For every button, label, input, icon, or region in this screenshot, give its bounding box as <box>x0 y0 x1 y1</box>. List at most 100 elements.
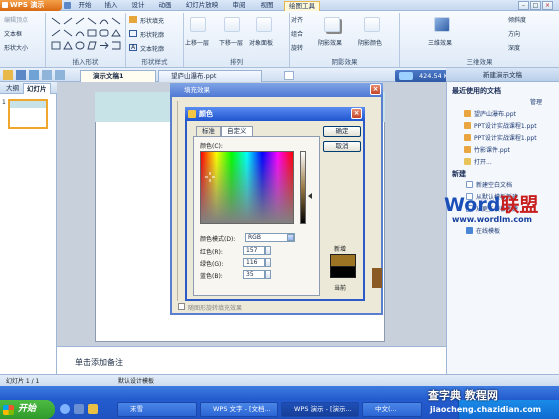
chevron-down-icon[interactable] <box>287 234 294 241</box>
red-input[interactable]: 157 <box>243 246 265 255</box>
shadow-effect-button[interactable]: 阴影效果 <box>318 38 342 47</box>
cancel-button[interactable]: 取消 <box>323 141 361 152</box>
tab-review[interactable]: 审阅 <box>228 0 250 11</box>
new-tab-icon[interactable] <box>284 71 294 80</box>
manage-link[interactable]: 管理 <box>530 97 542 106</box>
bring-forward-button[interactable]: 上移一层 <box>185 38 209 47</box>
tilt-button[interactable]: 倾斜度 <box>508 15 526 24</box>
red-spinner[interactable] <box>265 246 271 255</box>
recent-item-label: 竹影课件.ppt <box>474 147 510 154</box>
folder-icon[interactable] <box>88 404 98 414</box>
save-icon[interactable] <box>64 2 71 9</box>
template-name: 默认设计模板 <box>118 378 155 385</box>
recent-item[interactable]: PPT设计实战课程1.ppt <box>464 133 537 142</box>
direction-button[interactable]: 方向 <box>508 29 520 38</box>
shape-fill-button[interactable]: 形状填充 <box>140 16 164 25</box>
text-outline-icon: A <box>129 44 137 51</box>
ppt-file-icon <box>464 134 471 141</box>
redo-icon[interactable] <box>55 70 65 80</box>
taskbar-item-wps-presentation[interactable]: WPS 演示 - [演示... <box>281 402 359 417</box>
print-icon[interactable] <box>29 70 39 80</box>
rotate-fill-checkbox[interactable] <box>178 303 185 310</box>
watermark-cn: 联盟 <box>500 194 539 216</box>
blue-spinner[interactable] <box>265 270 271 279</box>
text-outline-button[interactable]: 文本轮廓 <box>140 44 164 53</box>
color-spectrum[interactable] <box>200 151 294 224</box>
notes-placeholder: 单击添加备注 <box>75 358 123 367</box>
open-icon[interactable] <box>3 70 13 80</box>
watermark-url: www.wordlm.com <box>452 215 532 224</box>
green-spinner[interactable] <box>265 258 271 267</box>
tab-animation[interactable]: 动画 <box>154 0 176 11</box>
3d-effect-icon <box>434 17 450 32</box>
tab-slides[interactable]: 幻灯片 <box>23 83 51 94</box>
notes-pane[interactable]: 单击添加备注 <box>57 346 446 374</box>
tab-standard[interactable]: 标准 <box>196 126 221 136</box>
send-backward-button[interactable]: 下移一层 <box>219 38 243 47</box>
shadow-color-button[interactable]: 阴影颜色 <box>358 38 382 47</box>
tab-home[interactable]: 开始 <box>74 0 96 11</box>
network-icon <box>399 72 413 80</box>
globe-icon <box>466 227 473 234</box>
new-blank-link[interactable]: 新建空白文档 <box>466 180 512 189</box>
bring-forward-icon <box>190 17 206 32</box>
recent-item-label: 望庐山瀑布.ppt <box>474 111 516 118</box>
tab-outline[interactable]: 大纲 <box>3 83 22 94</box>
shape-outline-icon <box>129 30 137 37</box>
tab-view[interactable]: 视图 <box>256 0 278 11</box>
app-menu-button[interactable]: WPS 演示 <box>0 0 62 11</box>
tab-drawing-tools[interactable]: 绘图工具 <box>284 1 320 11</box>
site-watermark: 查字典 教程网 <box>428 389 498 402</box>
doc-tab-presentation1[interactable]: 演示文稿1 <box>80 70 156 82</box>
open-link[interactable]: 打开... <box>464 157 492 166</box>
green-input[interactable]: 116 <box>243 258 265 267</box>
restore-icon[interactable]: □ <box>530 1 541 10</box>
slide-thumbnail[interactable] <box>8 99 48 129</box>
ppt-file-icon <box>464 146 471 153</box>
luminance-slider[interactable] <box>300 151 306 224</box>
group-shadow-label: 阴影效果 <box>331 58 358 66</box>
shape-gallery[interactable] <box>50 16 122 52</box>
blue-input[interactable]: 35 <box>243 270 265 279</box>
online-templates-link[interactable]: 在线模板 <box>466 226 500 235</box>
object-panel-button[interactable]: 对象面板 <box>249 38 273 47</box>
color-dialog-close-icon[interactable]: × <box>351 108 362 119</box>
doc-tab-waterfall[interactable]: 望庐山瀑布.ppt <box>158 70 262 82</box>
color-dialog-title: 颜色 <box>185 107 365 121</box>
blue-label: 蓝色(B): <box>200 273 223 280</box>
tab-insert[interactable]: 插入 <box>100 0 122 11</box>
luminance-arrow-icon[interactable] <box>308 193 312 199</box>
current-color-swatch <box>330 266 356 278</box>
save-toolbar-icon[interactable] <box>16 70 26 80</box>
taskbar-item-folder[interactable]: 末雪 <box>117 402 197 417</box>
recent-item[interactable]: 望庐山瀑布.ppt <box>464 109 516 118</box>
tab-custom[interactable]: 自定义 <box>221 126 253 136</box>
undo-icon[interactable] <box>42 70 52 80</box>
color-mode-label: 颜色模式(D): <box>200 236 236 243</box>
taskbar-item-wps-writer[interactable]: WPS 文字 - [文档... <box>200 402 278 417</box>
start-label: 开始 <box>18 404 37 414</box>
ie-icon[interactable] <box>60 404 70 414</box>
recent-item[interactable]: 竹影课件.ppt <box>464 145 510 154</box>
green-value: 116 <box>246 259 258 266</box>
status-bar <box>0 374 559 386</box>
object-panel-icon <box>256 17 272 32</box>
color-mode-value: RGB <box>248 234 261 241</box>
3d-effect-button[interactable]: 三维效果 <box>428 38 452 47</box>
desktop-icon[interactable] <box>74 404 84 414</box>
close-icon[interactable]: × <box>542 1 553 10</box>
tab-design[interactable]: 设计 <box>127 0 149 11</box>
fill-dialog-close-icon[interactable]: × <box>370 84 381 95</box>
new-section-title: 新建 <box>452 170 466 178</box>
app-name: WPS 演示 <box>10 1 45 9</box>
ok-button[interactable]: 确定 <box>323 126 361 137</box>
depth-button[interactable]: 深度 <box>508 43 520 52</box>
crosshair-icon[interactable] <box>205 172 215 182</box>
taskbar-item-ime[interactable]: 中文(... <box>362 402 422 417</box>
tab-slideshow[interactable]: 幻灯片放映 <box>182 0 222 11</box>
recent-item[interactable]: PPT设计实战课程1.ppt <box>464 121 537 130</box>
shape-outline-button[interactable]: 形状轮廓 <box>140 30 164 39</box>
group-shape-style-label: 形状样式 <box>141 58 168 66</box>
minimize-icon[interactable]: – <box>518 1 529 10</box>
doc-tab-label: 演示文稿1 <box>93 72 124 80</box>
